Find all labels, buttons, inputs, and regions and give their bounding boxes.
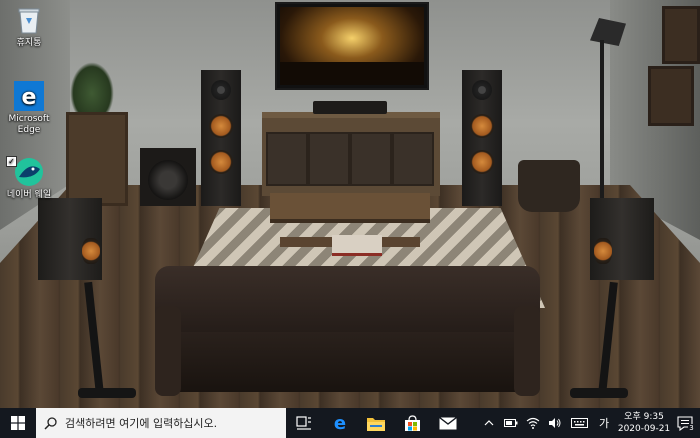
clock-time: 오후 9:35: [624, 412, 664, 422]
coffee-table-top: [270, 193, 430, 223]
tweeter: [211, 80, 231, 100]
desktop-icon-naver-whale[interactable]: ✓ 네이버 웨일: [0, 156, 58, 201]
woofer: [209, 150, 233, 174]
console-door: [308, 132, 350, 186]
volume-button[interactable]: [544, 408, 566, 438]
show-hidden-icons-button[interactable]: [478, 408, 500, 438]
subwoofer: [140, 148, 196, 206]
store-bag-icon: [404, 414, 420, 431]
side-shelf: [66, 112, 128, 206]
input-method-button[interactable]: 가: [592, 408, 616, 438]
task-view-icon: [296, 416, 311, 430]
book-on-table: [332, 235, 382, 256]
taskbar-search-box[interactable]: [36, 408, 286, 438]
whale-icon: [13, 156, 45, 188]
tower-speaker-right: [462, 70, 502, 206]
taskbar-file-explorer-button[interactable]: [358, 408, 394, 438]
blanket-basket: [518, 160, 580, 212]
tv-crowd: [280, 61, 424, 85]
taskbar-store-button[interactable]: [394, 408, 430, 438]
desktop-icon-label: Microsoft Edge: [8, 114, 50, 135]
console-door: [350, 132, 392, 186]
desktop-icon-label: 네이버 웨일: [6, 190, 52, 200]
desktop-icon-label: 휴지통: [16, 38, 42, 48]
folder-icon: [367, 417, 385, 431]
chevron-up-icon: [484, 420, 494, 426]
center-speaker: [313, 101, 387, 114]
sofa-back: [155, 266, 540, 336]
edge-icon: e: [13, 80, 45, 112]
keyboard-icon: [570, 418, 588, 428]
action-center-button[interactable]: 3: [672, 408, 700, 438]
task-view-button[interactable]: [286, 408, 322, 438]
windows-logo-icon: [11, 416, 25, 430]
checkbox-icon: ✓: [6, 156, 17, 167]
floor-lamp-pole: [600, 40, 604, 200]
taskbar-edge-button[interactable]: e: [322, 408, 358, 438]
wall-frame-top-right: [662, 6, 700, 64]
svg-text:e: e: [22, 85, 37, 110]
taskbar-mail-button[interactable]: [430, 408, 466, 438]
media-console: [262, 112, 440, 196]
taskbar-clock[interactable]: 오후 9:35 2020-09-21: [616, 411, 672, 435]
desktop-wallpaper: [0, 0, 700, 408]
wifi-icon: [526, 417, 540, 429]
tv-screen-concert: [280, 7, 424, 85]
desktop-icon-recycle-bin[interactable]: 휴지통: [0, 4, 58, 49]
tower-speaker-left: [201, 70, 241, 206]
bookshelf-speaker-right: [590, 198, 654, 280]
svg-text:e: e: [334, 414, 346, 432]
woofer: [470, 150, 494, 174]
sofa-seat: [175, 332, 520, 392]
sofa-arm-right: [514, 306, 540, 396]
woofer: [470, 114, 494, 138]
touch-keyboard-button[interactable]: [566, 408, 592, 438]
potted-plant: [70, 62, 114, 114]
bookshelf-speaker-left: [38, 198, 102, 280]
notification-count-badge: 3: [688, 424, 695, 432]
woofer: [82, 238, 100, 264]
mail-icon: [439, 416, 457, 429]
speaker-stand-base-right: [570, 388, 628, 398]
start-button[interactable]: [0, 408, 36, 438]
speaker-volume-icon: [549, 418, 561, 428]
ime-indicator: 가: [598, 417, 610, 430]
wall-frame-right: [648, 66, 694, 126]
wall-tv: [275, 2, 429, 90]
console-door: [392, 132, 434, 186]
taskbar: e: [0, 408, 700, 438]
recycle-bin-icon: [13, 4, 45, 36]
tweeter: [472, 80, 492, 100]
subwoofer-cone: [148, 160, 188, 200]
speaker-stand-base-left: [78, 388, 136, 398]
woofer: [594, 238, 612, 264]
console-door: [266, 132, 308, 186]
search-icon: [44, 416, 57, 430]
clock-date: 2020-09-21: [617, 424, 671, 434]
network-button[interactable]: [522, 408, 544, 438]
woofer: [209, 114, 233, 138]
sofa-arm-left: [155, 306, 181, 396]
battery-button[interactable]: [500, 408, 522, 438]
search-input[interactable]: [63, 415, 282, 431]
edge-icon: e: [334, 414, 346, 432]
desktop-icon-microsoft-edge[interactable]: e Microsoft Edge: [0, 80, 58, 136]
leather-sofa: [155, 266, 540, 408]
system-tray: 가 오후 9:35 2020-09-21 3: [478, 408, 700, 438]
battery-icon: [504, 419, 518, 427]
